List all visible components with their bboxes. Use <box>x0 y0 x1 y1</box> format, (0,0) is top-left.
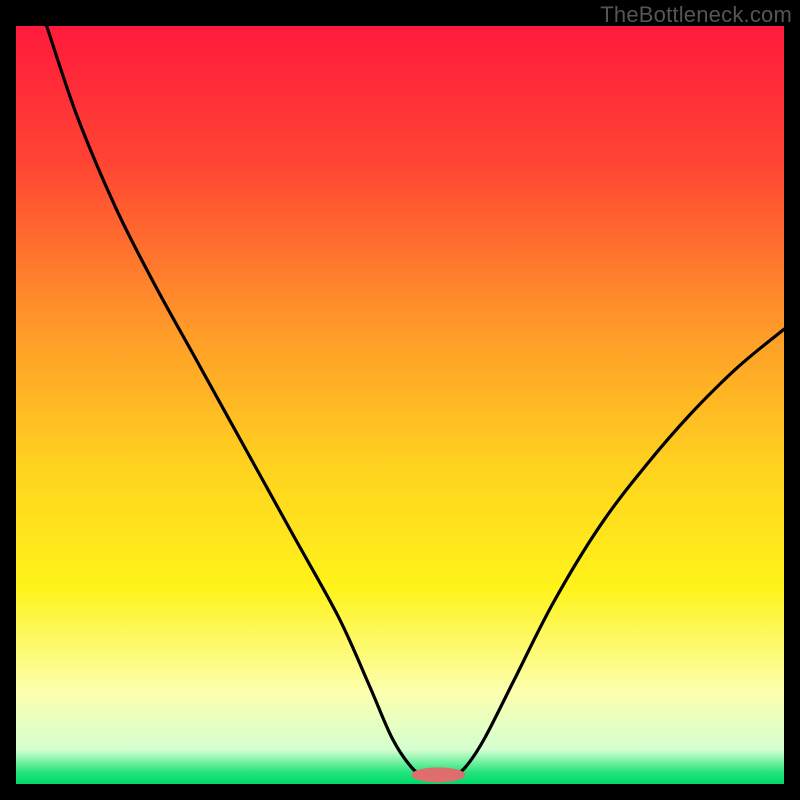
gradient-background <box>16 26 784 784</box>
chart-svg <box>0 0 800 800</box>
optimum-marker <box>412 767 466 782</box>
watermark-text: TheBottleneck.com <box>600 2 792 28</box>
chart-frame <box>0 0 800 800</box>
